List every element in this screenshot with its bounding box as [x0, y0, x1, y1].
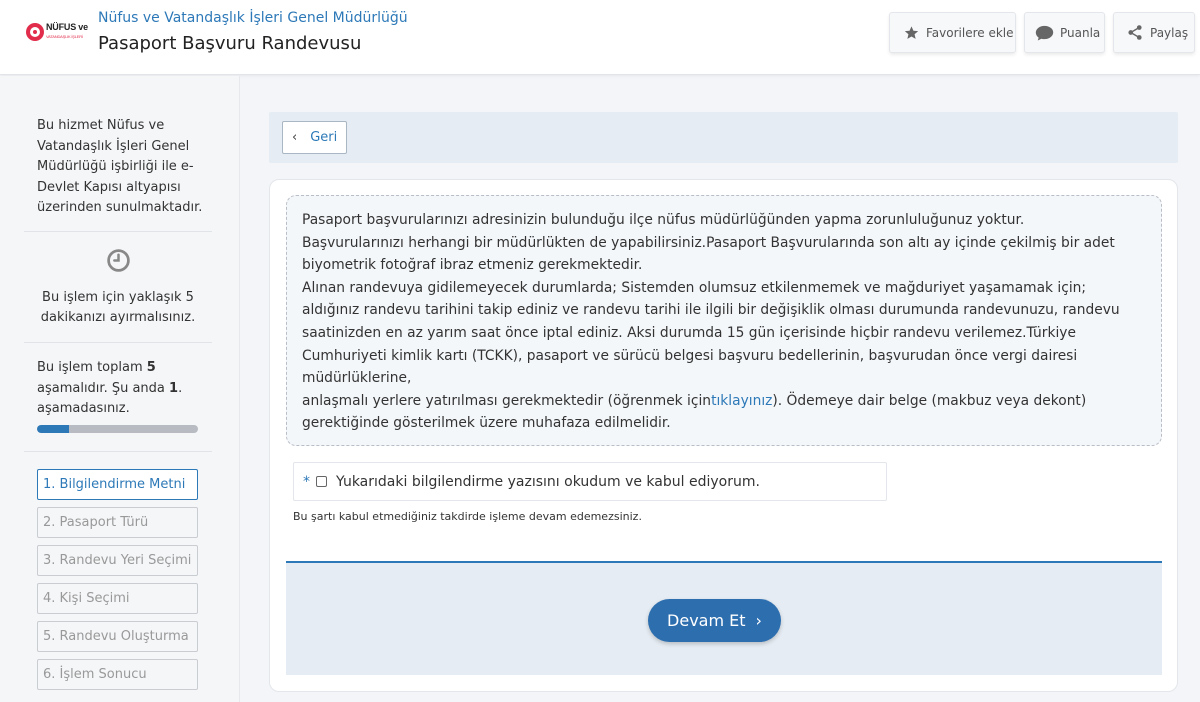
- rate-label: Puanla: [1060, 25, 1101, 40]
- notice-line: Alınan randevuya gidilemeyecek durumlard…: [302, 279, 1087, 296]
- page-title: Pasaport Başvuru Randevusu: [98, 33, 362, 54]
- share-button[interactable]: Paylaş: [1113, 12, 1195, 53]
- step-item[interactable]: 5. Randevu Oluşturma: [37, 621, 198, 652]
- notice-box: Pasaport başvurularınızı adresinizin bul…: [286, 195, 1162, 446]
- back-button[interactable]: ‹ Geri: [282, 121, 347, 154]
- notice-line: müdürlüklerine,: [302, 370, 412, 387]
- notice-line: gerektiğinde gösterilmek üzere muhafaza …: [302, 415, 671, 432]
- required-mark: *: [303, 473, 310, 490]
- chevron-right-icon: ›: [755, 611, 762, 630]
- clock-icon: [106, 248, 131, 277]
- favorite-button[interactable]: Favorilere ekle: [889, 12, 1016, 53]
- logo-mark-icon: [26, 23, 44, 41]
- step-list: 1. Bilgilendirme Metni 2. Pasaport Türü …: [37, 469, 198, 697]
- form-footer: Devam Et ›: [286, 561, 1162, 675]
- service-info-text: Bu hizmet Nüfus ve Vatandaşlık İşleri Ge…: [37, 118, 203, 215]
- notice-line: biyometrik fotoğraf ibraz etmeniz gerekm…: [302, 257, 643, 274]
- stage-info-text: Bu işlem toplam 5 aşamalıdır. Şu anda 1.…: [37, 360, 183, 416]
- warning-text: Bu şartı kabul etmediğiniz takdirde işle…: [293, 510, 642, 523]
- notice-line: saatinizden en az yarım saat önce iptal …: [302, 324, 1076, 341]
- star-icon: [904, 25, 919, 39]
- main-card: Pasaport başvurularınızı adresinizin bul…: [269, 179, 1178, 692]
- step-item[interactable]: 1. Bilgilendirme Metni: [37, 469, 198, 500]
- continue-label: Devam Et: [667, 611, 746, 630]
- step-item[interactable]: 4. Kişi Seçimi: [37, 583, 198, 614]
- divider: [24, 451, 212, 452]
- step-item[interactable]: 3. Randevu Yeri Seçimi: [37, 545, 198, 576]
- agree-label[interactable]: Yukarıdaki bilgilendirme yazısını okudum…: [336, 474, 760, 490]
- continue-button[interactable]: Devam Et ›: [648, 599, 781, 642]
- agree-checkbox[interactable]: [316, 476, 327, 487]
- chevron-left-icon: ‹: [292, 130, 298, 145]
- notice-line: aldığınız randevu tarihini takip ediniz …: [302, 302, 1120, 319]
- nvi-logo[interactable]: NÜFUS ve VATANDAŞLIK İŞLERİ: [26, 22, 90, 42]
- agreement-row: * Yukarıdaki bilgilendirme yazısını okud…: [293, 462, 887, 501]
- rate-button[interactable]: Puanla: [1024, 12, 1105, 53]
- stage-current: 1: [169, 380, 179, 396]
- step-item[interactable]: 6. İşlem Sonucu: [37, 659, 198, 690]
- notice-line: Pasaport başvurularınızı adresinizin bul…: [302, 212, 1025, 228]
- divider: [24, 342, 212, 343]
- share-label: Paylaş: [1150, 25, 1189, 40]
- notice-line: Başvurularınızı herhangi bir müdürlükten…: [302, 234, 1115, 251]
- notice-line: anlaşmalı yerlere yatırılması gerekmekte…: [302, 392, 1087, 409]
- page-header: NÜFUS ve VATANDAŞLIK İŞLERİ Nüfus ve Vat…: [0, 0, 1200, 75]
- divider: [24, 231, 212, 232]
- speech-bubble-icon: [1035, 25, 1054, 41]
- logo-subtext: VATANDAŞLIK İŞLERİ: [46, 34, 83, 39]
- notice-line: Cumhuriyeti kimlik kartı (TCKK), pasapor…: [302, 347, 1078, 364]
- step-item[interactable]: 2. Pasaport Türü: [37, 507, 198, 538]
- progress-fill: [37, 425, 70, 433]
- back-bar: ‹ Geri: [269, 112, 1178, 163]
- logo-text: NÜFUS ve: [46, 22, 88, 32]
- stage-total: 5: [146, 360, 156, 375]
- progress-bar: [37, 425, 198, 433]
- info-link[interactable]: tıklayınız: [711, 393, 772, 409]
- organization-name[interactable]: Nüfus ve Vatandaşlık İşleri Genel Müdürl…: [98, 10, 408, 26]
- sidebar: Bu hizmet Nüfus ve Vatandaşlık İşleri Ge…: [0, 76, 240, 702]
- favorite-label: Favorilere ekle: [926, 25, 1014, 40]
- back-label: Geri: [310, 130, 338, 145]
- time-info-text: Bu işlem için yaklaşık 5 dakikanızı ayır…: [40, 290, 196, 325]
- share-icon: [1128, 25, 1142, 40]
